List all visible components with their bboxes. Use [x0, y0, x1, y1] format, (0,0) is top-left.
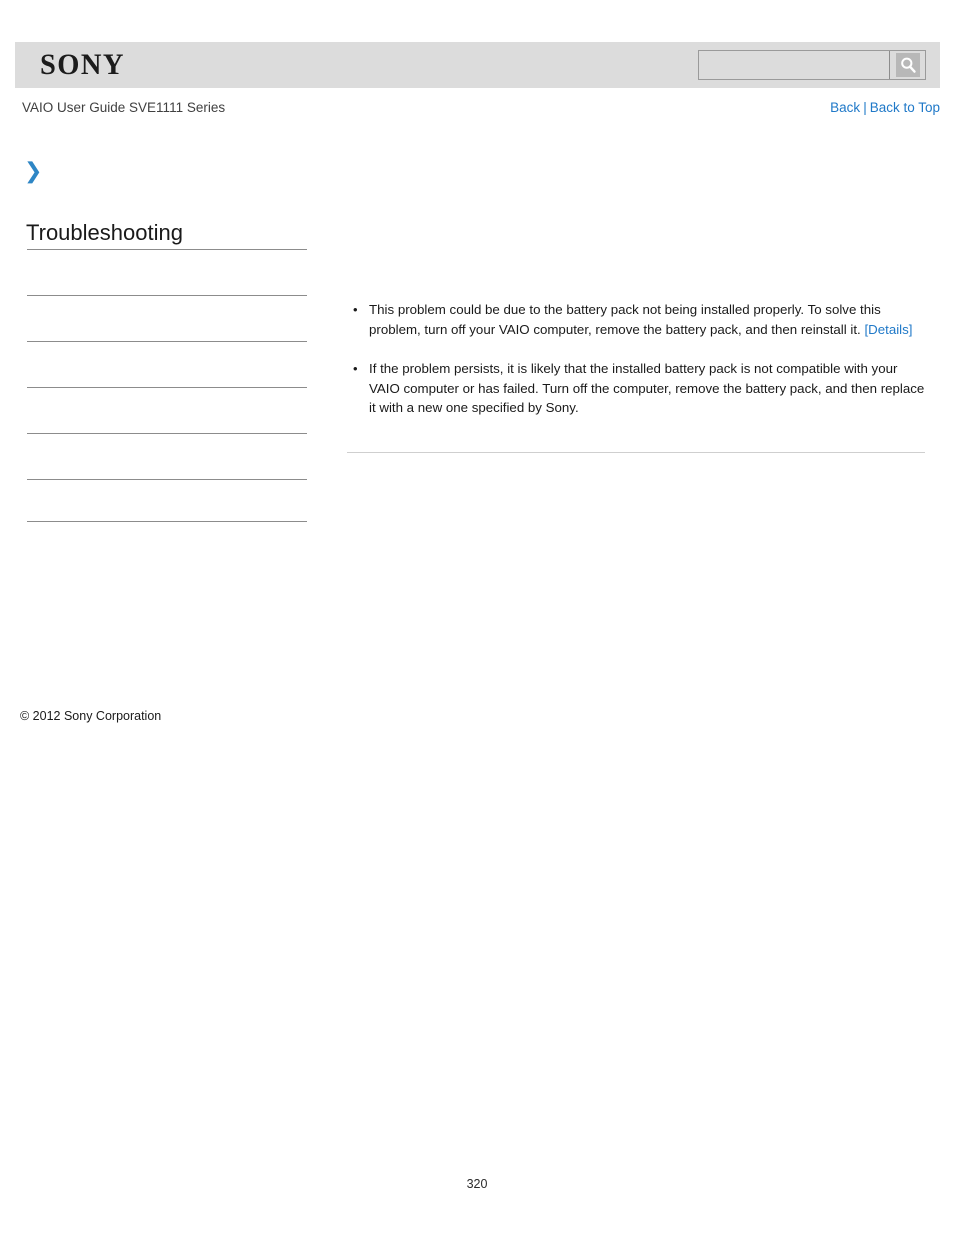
- back-link[interactable]: Back: [830, 100, 860, 115]
- details-link[interactable]: [Details]: [864, 322, 912, 337]
- sidebar-item-3[interactable]: [27, 342, 307, 388]
- nav-links: Back | Back to Top: [830, 100, 940, 115]
- list-item: • If the problem persists, it is likely t…: [347, 359, 927, 418]
- guide-title: VAIO User Guide SVE1111 Series: [22, 100, 226, 115]
- nav-separator: |: [863, 100, 867, 115]
- sidebar-item-2[interactable]: [27, 296, 307, 342]
- bullet-dot-icon: •: [353, 361, 358, 377]
- sidebar-menu: [27, 249, 307, 522]
- list-item: • This problem could be due to the batter…: [347, 300, 927, 339]
- header-bar: SONY: [15, 42, 940, 88]
- page-title: Troubleshooting: [26, 220, 183, 245]
- search-box[interactable]: [698, 50, 926, 80]
- subheader: VAIO User Guide SVE1111 Series Back | Back…: [22, 100, 940, 120]
- bullet-dot-icon: •: [353, 302, 358, 317]
- sidebar-item-5[interactable]: [27, 434, 307, 480]
- sidebar-item-1[interactable]: [27, 249, 307, 296]
- search-input[interactable]: [699, 51, 889, 79]
- chevron-right-icon[interactable]: ❯: [24, 161, 46, 183]
- main-content: • This problem could be due to the batter…: [347, 300, 927, 418]
- bullet-text: This problem could be due to the battery…: [369, 302, 881, 337]
- content-divider: [347, 452, 925, 453]
- copyright-text: © 2012 Sony Corporation: [20, 709, 162, 723]
- troubleshooting-bullet-list: • This problem could be due to the batter…: [347, 300, 927, 418]
- sony-logo: SONY: [40, 48, 125, 81]
- search-icon: [895, 53, 920, 77]
- search-button[interactable]: [889, 51, 925, 79]
- sidebar-item-4[interactable]: [27, 388, 307, 434]
- page-number: 320: [466, 1177, 488, 1191]
- back-to-top-link[interactable]: Back to Top: [870, 100, 940, 115]
- bullet-text: If the problem persists, it is likely th…: [369, 361, 925, 416]
- sidebar-item-6[interactable]: [27, 480, 307, 522]
